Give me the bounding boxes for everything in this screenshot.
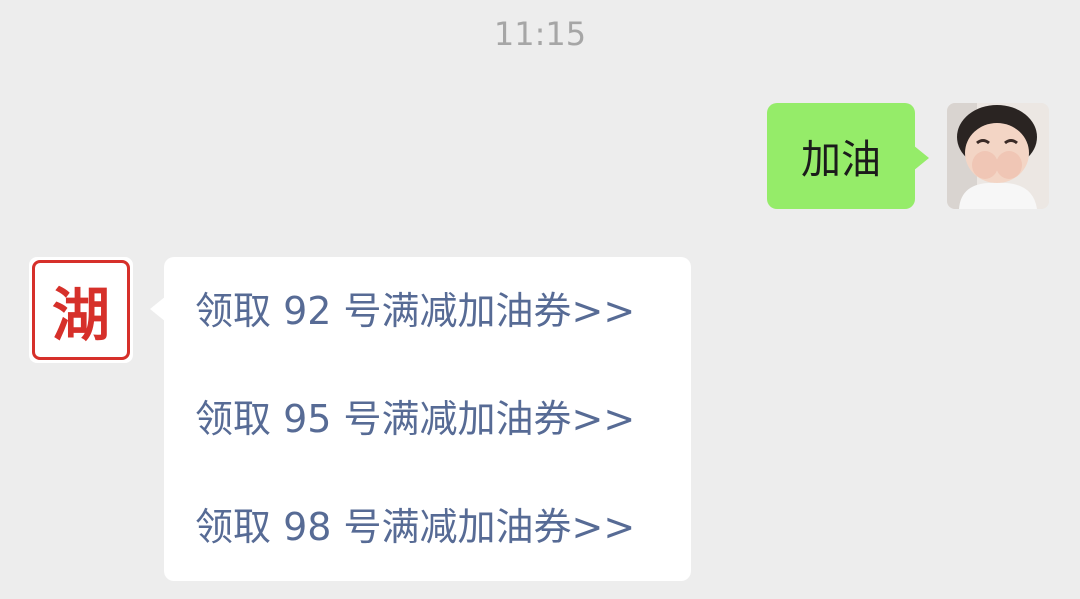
seal-logo-icon: 湖: [32, 260, 130, 360]
outgoing-bubble-tail: [913, 145, 929, 171]
coupon-link-95[interactable]: 领取 95 号满减加油券>>: [195, 389, 691, 449]
sender-avatar[interactable]: 湖: [29, 257, 133, 363]
outgoing-message-text: 加油: [801, 137, 881, 183]
outgoing-message-bubble[interactable]: 加油: [767, 103, 915, 209]
user-photo-avatar-icon: [947, 103, 1049, 209]
coupon-link-92[interactable]: 领取 92 号满减加油券>>: [195, 281, 691, 341]
coupon-link-98[interactable]: 领取 98 号满减加油券>>: [195, 497, 691, 557]
incoming-message-bubble: 领取 92 号满减加油券>> 领取 95 号满减加油券>> 领取 98 号满减加…: [164, 257, 691, 581]
chat-timestamp: 11:15: [493, 15, 587, 53]
user-avatar[interactable]: [947, 103, 1049, 209]
